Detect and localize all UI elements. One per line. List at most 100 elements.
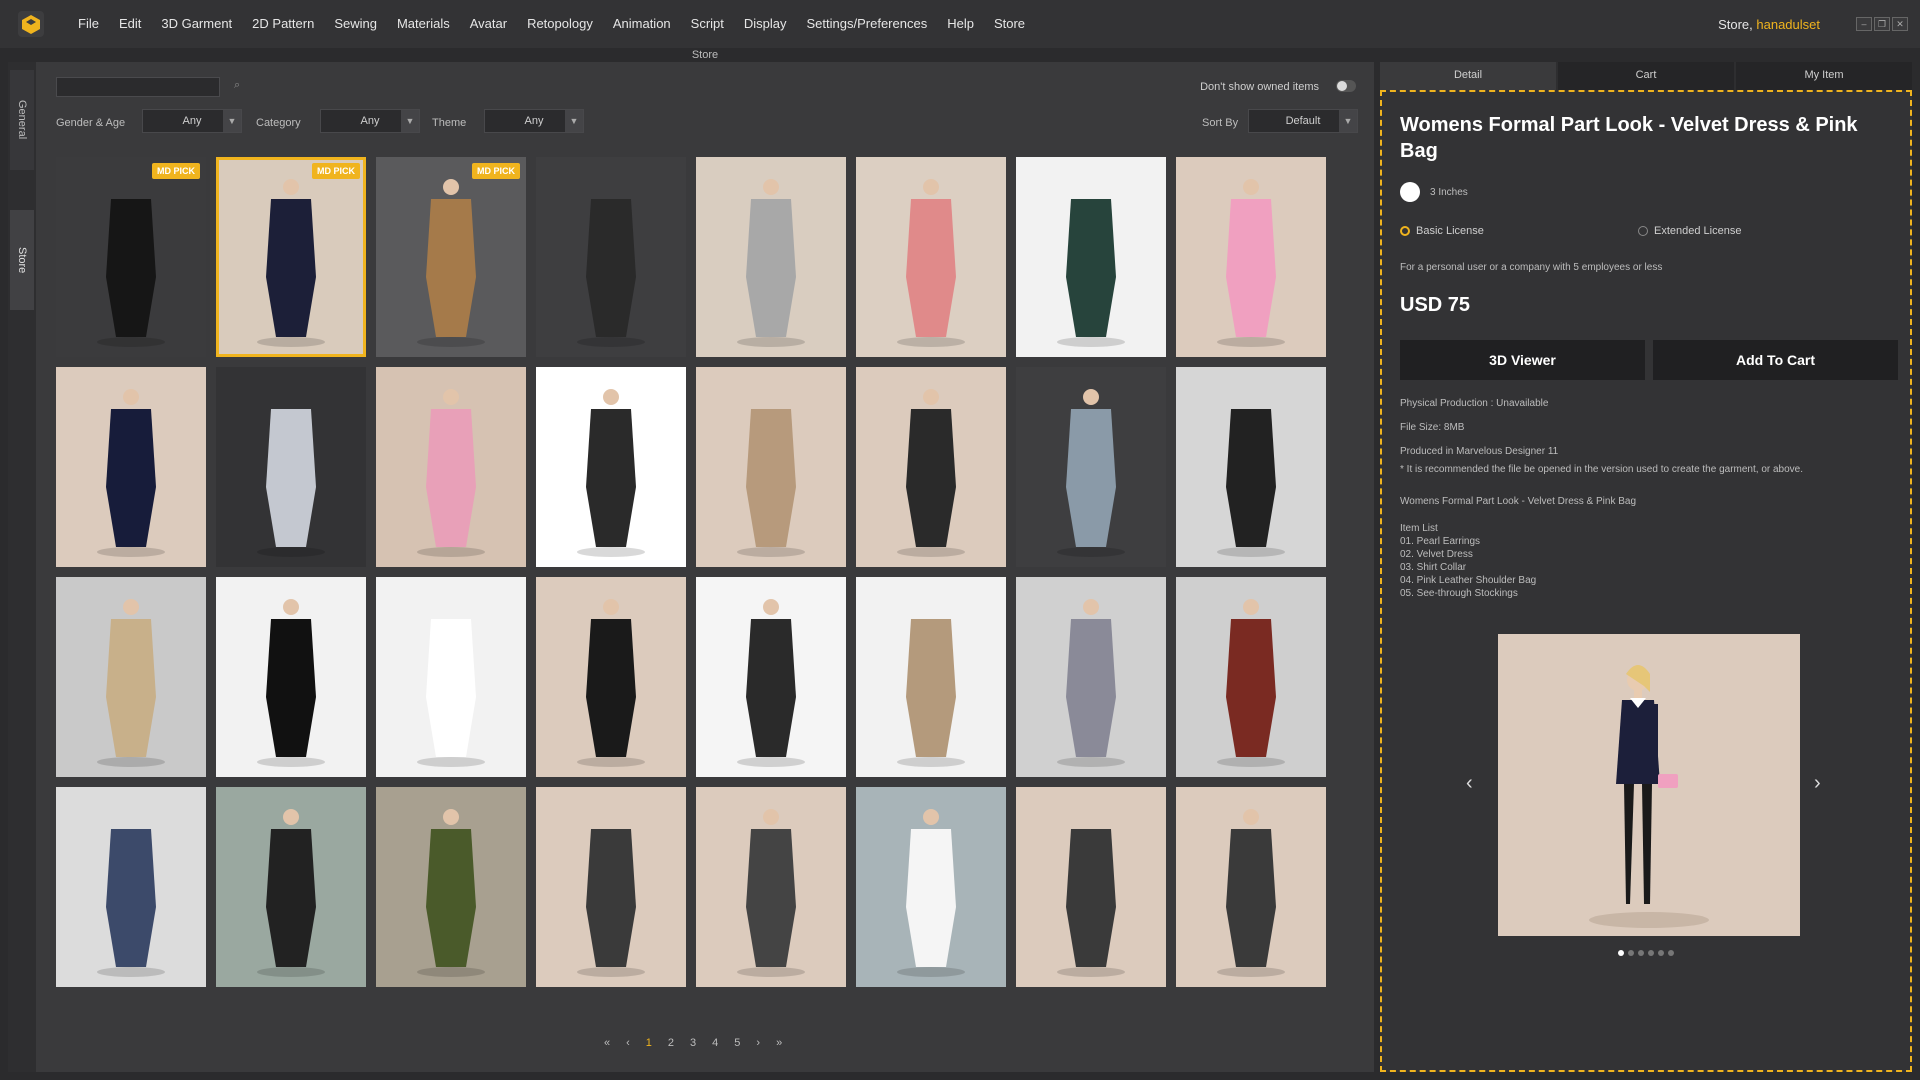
page-5[interactable]: 5 bbox=[734, 1037, 740, 1049]
item-card[interactable] bbox=[56, 577, 206, 777]
md-pick-badge: MD PICK bbox=[152, 163, 200, 179]
item-thumbnail bbox=[1217, 599, 1285, 767]
add-to-cart-button[interactable]: Add To Cart bbox=[1653, 340, 1898, 380]
basic-license-radio[interactable] bbox=[1400, 226, 1410, 236]
item-card[interactable] bbox=[376, 577, 526, 777]
theme-select[interactable]: Any ▼ bbox=[484, 109, 584, 133]
carousel-dot[interactable] bbox=[1628, 950, 1634, 956]
prev-page-icon[interactable]: ‹ bbox=[626, 1037, 630, 1049]
tab-cart[interactable]: Cart bbox=[1558, 62, 1734, 90]
size-swatch[interactable] bbox=[1400, 182, 1420, 202]
next-page-icon[interactable]: › bbox=[756, 1037, 760, 1049]
item-card[interactable] bbox=[856, 787, 1006, 987]
carousel-dot[interactable] bbox=[1648, 950, 1654, 956]
page-3[interactable]: 3 bbox=[690, 1037, 696, 1049]
item-card[interactable] bbox=[856, 157, 1006, 357]
carousel-dot[interactable] bbox=[1638, 950, 1644, 956]
restore-icon[interactable]: ❐ bbox=[1874, 17, 1890, 31]
item-card[interactable] bbox=[1016, 367, 1166, 567]
item-card[interactable]: MD PICK bbox=[56, 157, 206, 357]
item-card[interactable] bbox=[696, 577, 846, 777]
next-image-icon[interactable]: › bbox=[1814, 772, 1821, 795]
menu-display[interactable]: Display bbox=[734, 0, 797, 48]
menu-help[interactable]: Help bbox=[937, 0, 984, 48]
menu-retopology[interactable]: Retopology bbox=[517, 0, 603, 48]
list-item: 01. Pearl Earrings bbox=[1400, 536, 1481, 547]
last-page-icon[interactable]: » bbox=[776, 1037, 782, 1049]
item-card[interactable] bbox=[536, 367, 686, 567]
item-card[interactable]: MD PICK bbox=[376, 157, 526, 357]
menu-script[interactable]: Script bbox=[681, 0, 734, 48]
menu-2d-pattern[interactable]: 2D Pattern bbox=[242, 0, 324, 48]
item-card[interactable] bbox=[1176, 157, 1326, 357]
item-card[interactable] bbox=[536, 787, 686, 987]
item-thumbnail bbox=[1217, 409, 1285, 557]
page-1[interactable]: 1 bbox=[646, 1037, 652, 1049]
tab-detail[interactable]: Detail bbox=[1380, 62, 1556, 90]
carousel-dot[interactable] bbox=[1668, 950, 1674, 956]
search-icon[interactable]: ⌕ bbox=[234, 79, 248, 93]
menu-3d-garment[interactable]: 3D Garment bbox=[151, 0, 242, 48]
owned-items-toggle[interactable] bbox=[1336, 80, 1356, 92]
item-card[interactable] bbox=[56, 367, 206, 567]
category-select[interactable]: Any ▼ bbox=[320, 109, 420, 133]
carousel-dot[interactable] bbox=[1658, 950, 1664, 956]
search-input[interactable] bbox=[56, 77, 220, 97]
item-thumbnail bbox=[417, 809, 485, 977]
preview-image bbox=[1498, 634, 1800, 936]
item-card[interactable] bbox=[376, 787, 526, 987]
item-card[interactable] bbox=[856, 577, 1006, 777]
panel-title: Store bbox=[691, 49, 719, 61]
item-card[interactable] bbox=[536, 577, 686, 777]
item-card[interactable] bbox=[216, 577, 366, 777]
tab-general[interactable]: General bbox=[10, 70, 34, 170]
page-2[interactable]: 2 bbox=[668, 1037, 674, 1049]
sort-select[interactable]: Default ▼ bbox=[1248, 109, 1358, 133]
menu-avatar[interactable]: Avatar bbox=[460, 0, 517, 48]
minimize-icon[interactable]: – bbox=[1856, 17, 1872, 31]
chevron-down-icon: ▼ bbox=[401, 110, 419, 132]
item-thumbnail bbox=[97, 829, 165, 977]
item-card[interactable] bbox=[216, 367, 366, 567]
page-4[interactable]: 4 bbox=[712, 1037, 718, 1049]
menu-store[interactable]: Store bbox=[984, 0, 1035, 48]
previous-image-icon[interactable]: ‹ bbox=[1466, 772, 1473, 795]
basic-license-label[interactable]: Basic License bbox=[1416, 225, 1484, 237]
item-card[interactable] bbox=[1176, 577, 1326, 777]
first-page-icon[interactable]: « bbox=[604, 1037, 610, 1049]
extended-license-label[interactable]: Extended License bbox=[1654, 225, 1741, 237]
item-card[interactable] bbox=[1176, 787, 1326, 987]
item-card[interactable] bbox=[56, 787, 206, 987]
tab-my-item[interactable]: My Item bbox=[1736, 62, 1912, 90]
item-card[interactable] bbox=[1176, 367, 1326, 567]
item-card[interactable] bbox=[536, 157, 686, 357]
menu-file[interactable]: File bbox=[68, 0, 109, 48]
file-size: File Size: 8MB bbox=[1400, 422, 1465, 433]
item-card[interactable] bbox=[1016, 787, 1166, 987]
item-card[interactable] bbox=[696, 787, 846, 987]
3d-viewer-button[interactable]: 3D Viewer bbox=[1400, 340, 1645, 380]
tab-store[interactable]: Store bbox=[10, 210, 34, 310]
item-card[interactable] bbox=[376, 367, 526, 567]
item-thumbnail bbox=[897, 809, 965, 977]
item-card[interactable] bbox=[216, 787, 366, 987]
menu-materials[interactable]: Materials bbox=[387, 0, 460, 48]
menu-settings-preferences[interactable]: Settings/Preferences bbox=[797, 0, 938, 48]
carousel-dot[interactable] bbox=[1618, 950, 1624, 956]
close-icon[interactable]: ✕ bbox=[1892, 17, 1908, 31]
item-card[interactable] bbox=[1016, 577, 1166, 777]
menu-sewing[interactable]: Sewing bbox=[324, 0, 387, 48]
gender-select[interactable]: Any ▼ bbox=[142, 109, 242, 133]
menu-animation[interactable]: Animation bbox=[603, 0, 681, 48]
item-thumbnail bbox=[1217, 179, 1285, 347]
item-card[interactable] bbox=[696, 367, 846, 567]
item-card[interactable] bbox=[1016, 157, 1166, 357]
menu-edit[interactable]: Edit bbox=[109, 0, 151, 48]
item-card[interactable] bbox=[696, 157, 846, 357]
item-card[interactable]: MD PICK bbox=[216, 157, 366, 357]
item-list: Item List 01. Pearl Earrings 02. Velvet … bbox=[1400, 522, 1536, 600]
app-logo-icon[interactable] bbox=[18, 11, 44, 37]
username[interactable]: hanadulset bbox=[1756, 17, 1820, 32]
extended-license-radio[interactable] bbox=[1638, 226, 1648, 236]
item-card[interactable] bbox=[856, 367, 1006, 567]
